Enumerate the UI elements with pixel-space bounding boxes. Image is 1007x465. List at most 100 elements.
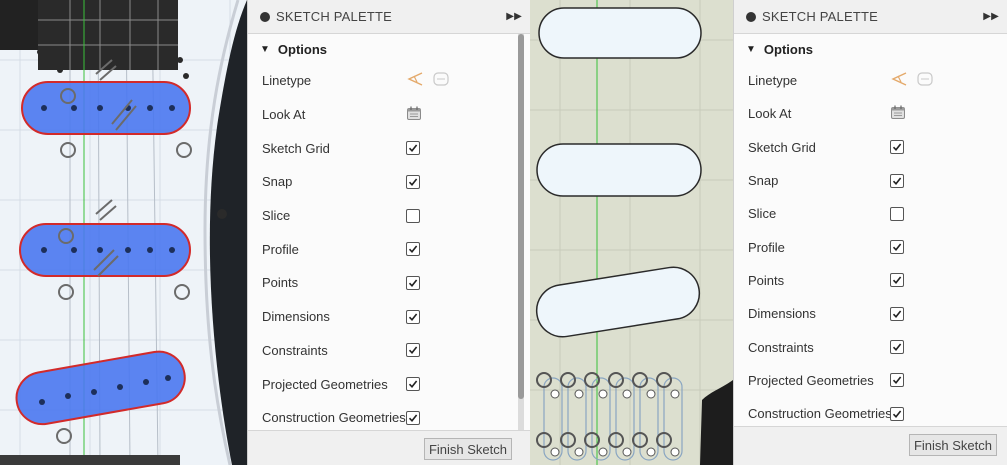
constraints-checkbox[interactable]: [406, 343, 420, 358]
option-row-constraints: Constraints: [734, 330, 1007, 363]
centerline-icon[interactable]: [916, 71, 934, 90]
sketch-canvas-left[interactable]: [0, 0, 247, 465]
sketch-grid-checkbox[interactable]: [890, 140, 904, 155]
snap-checkbox[interactable]: [406, 174, 420, 189]
slice-checkbox[interactable]: [890, 206, 904, 221]
sketch-grid-checkbox[interactable]: [406, 141, 420, 156]
checkmark-icon: [408, 380, 418, 389]
option-control: [406, 71, 450, 90]
option-label: Points: [262, 275, 299, 291]
checkmark-icon: [408, 245, 418, 254]
option-label: Profile: [748, 239, 785, 255]
double-chevron-right-icon[interactable]: ▶▶: [983, 11, 999, 22]
option-control: [406, 309, 420, 324]
option-label: Projected Geometries: [262, 376, 388, 392]
checkmark-icon: [408, 279, 418, 287]
option-row-linetype: Linetype: [734, 64, 1007, 97]
finish-sketch-button[interactable]: Finish Sketch: [423, 438, 512, 460]
option-label: Points: [748, 272, 785, 288]
option-row-points: Points: [248, 266, 530, 300]
option-label: Construction Geometries: [748, 406, 892, 422]
option-label: Slice: [262, 208, 291, 224]
option-label: Sketch Grid: [748, 139, 816, 155]
checkmark-icon: [408, 346, 418, 355]
option-control: [406, 242, 420, 257]
checkmark-icon: [408, 178, 418, 186]
option-label: Snap: [748, 173, 779, 189]
construction-geometries-checkbox[interactable]: [890, 406, 904, 421]
option-row-snap: Snap: [248, 165, 530, 199]
option-control: [406, 410, 420, 425]
snap-checkbox[interactable]: [890, 173, 904, 188]
option-control: [406, 275, 420, 290]
checkmark-icon: [892, 143, 902, 152]
projected-geometries-checkbox[interactable]: [406, 377, 420, 392]
option-row-projected-geometries: Projected Geometries: [248, 367, 530, 401]
palette-header[interactable]: SKETCH PALETTE ▶▶: [248, 0, 530, 34]
option-control: [890, 173, 904, 188]
scrollbar-thumb[interactable]: [518, 34, 524, 399]
dimensions-checkbox[interactable]: [890, 306, 904, 321]
construction-line-icon[interactable]: [890, 71, 908, 90]
points-checkbox[interactable]: [890, 273, 904, 288]
checkmark-icon: [892, 343, 902, 352]
option-label: Slice: [748, 206, 777, 222]
palette-title: SKETCH PALETTE: [276, 9, 392, 24]
section-label: Options: [763, 41, 814, 57]
option-label: Look At: [262, 107, 306, 123]
construction-line-icon[interactable]: [406, 71, 424, 90]
projected-geometries-checkbox[interactable]: [890, 373, 904, 388]
option-control: [406, 208, 420, 223]
option-row-look-at: Look At: [248, 98, 530, 132]
checkmark-icon: [892, 243, 902, 252]
sketch-palette-panel-right: SKETCH PALETTE ▶▶ ▼ Options Linetype Look…: [733, 0, 1007, 465]
option-control: [406, 105, 422, 124]
constraints-checkbox[interactable]: [890, 340, 904, 355]
finish-sketch-button[interactable]: Finish Sketch: [908, 434, 997, 456]
option-row-profile: Profile: [248, 232, 530, 266]
option-label: Constraints: [748, 339, 814, 355]
checkmark-icon: [892, 177, 902, 185]
checkmark-icon: [408, 144, 418, 153]
triangle-down-icon: ▼: [746, 43, 756, 55]
option-row-constraints: Constraints: [248, 334, 530, 368]
option-row-linetype: Linetype: [248, 64, 530, 98]
option-label: Dimensions: [748, 306, 816, 322]
option-control: [890, 306, 904, 321]
option-control: [890, 373, 904, 388]
palette-title: SKETCH PALETTE: [762, 9, 878, 24]
palette-footer: Finish Sketch: [734, 426, 1007, 465]
checkmark-icon: [408, 313, 418, 321]
option-label: Linetype: [262, 73, 312, 89]
look-at-calendar-icon[interactable]: [406, 105, 422, 124]
double-chevron-right-icon[interactable]: ▶▶: [506, 11, 522, 22]
option-row-look-at: Look At: [734, 97, 1007, 130]
construction-geometries-checkbox[interactable]: [406, 410, 420, 425]
palette-scrollbar[interactable]: [518, 34, 524, 431]
slice-checkbox[interactable]: [406, 208, 420, 223]
option-row-dimensions: Dimensions: [248, 300, 530, 334]
points-checkbox[interactable]: [406, 275, 420, 290]
checkmark-icon: [892, 410, 902, 418]
option-label: Constraints: [262, 342, 328, 358]
profile-checkbox[interactable]: [406, 242, 420, 257]
section-label: Options: [277, 41, 328, 57]
option-control: [406, 343, 420, 358]
sketch-canvas-right[interactable]: [530, 0, 733, 465]
option-control: [890, 71, 934, 90]
record-dot-icon: [746, 11, 756, 22]
look-at-calendar-icon[interactable]: [890, 104, 906, 123]
option-control: [890, 240, 904, 255]
option-label: Look At: [748, 106, 792, 122]
options-section-toggle[interactable]: ▼ Options: [734, 34, 1007, 64]
checkmark-icon: [892, 310, 902, 318]
centerline-icon[interactable]: [432, 71, 450, 90]
option-control: [406, 377, 420, 392]
sketch-palette-panel: SKETCH PALETTE ▶▶ ▼ Options Linetype Look…: [247, 0, 530, 465]
dimensions-checkbox[interactable]: [406, 309, 420, 324]
profile-checkbox[interactable]: [890, 240, 904, 255]
option-control: [890, 206, 904, 221]
palette-header[interactable]: SKETCH PALETTE ▶▶: [734, 0, 1007, 34]
options-section-toggle[interactable]: ▼ Options: [248, 34, 530, 64]
option-row-snap: Snap: [734, 164, 1007, 197]
